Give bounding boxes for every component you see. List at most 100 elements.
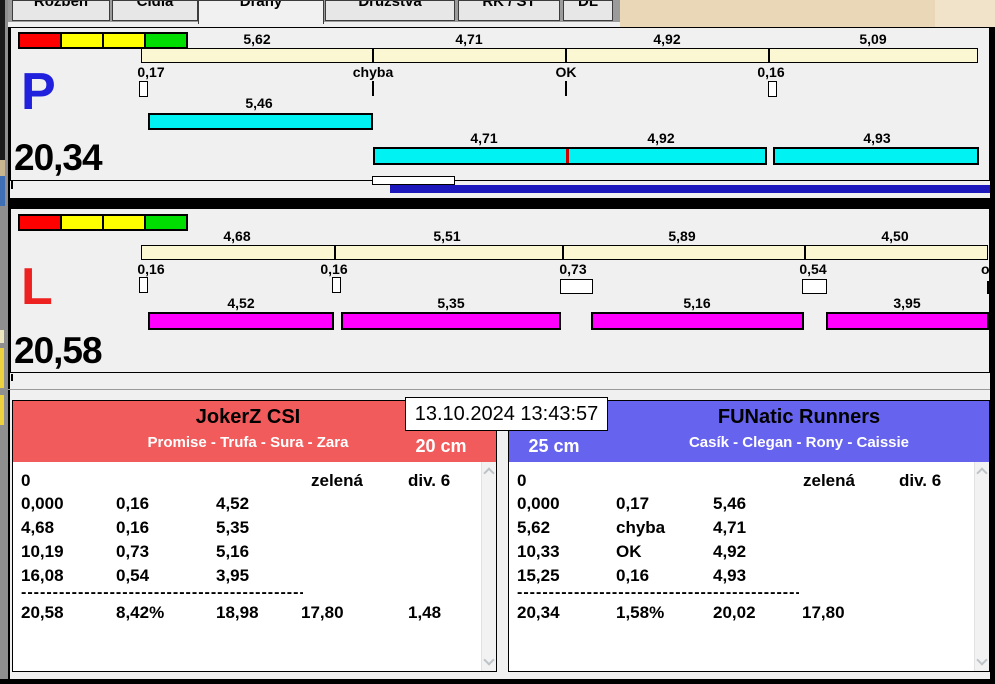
lane-p-panel: 5,62 4,71 4,92 5,09 0,17 chyba OK 0,16 P… bbox=[10, 27, 990, 181]
table-cell: 8,42% bbox=[116, 603, 165, 622]
table-cell: 0,16 bbox=[116, 494, 150, 513]
run-bar-fault-divider bbox=[566, 149, 569, 163]
lane-p-run-bar bbox=[373, 147, 767, 165]
team-right-header-text: FUNatic Runners Casík - Clegan - Rony - … bbox=[609, 401, 989, 462]
gate-marker-tick bbox=[565, 81, 567, 96]
team-right-height: 25 cm bbox=[528, 436, 580, 456]
lane-l-run-bar bbox=[341, 312, 561, 330]
lane-l-tick bbox=[11, 374, 13, 381]
light-red bbox=[18, 214, 62, 231]
background-fragment bbox=[0, 0, 5, 160]
leg-time-label: 4,93 bbox=[863, 130, 891, 146]
scroll-up-icon[interactable] bbox=[976, 467, 988, 479]
table-cell: 0,16 bbox=[116, 518, 150, 537]
scroll-down-icon[interactable] bbox=[483, 654, 495, 666]
lane-l-lights bbox=[18, 214, 188, 231]
scrollbar[interactable] bbox=[974, 462, 989, 671]
gate-label: 0,73 bbox=[559, 261, 587, 277]
leg-time-label: 4,52 bbox=[227, 295, 255, 311]
split-time-label: 4,50 bbox=[881, 228, 909, 244]
table-cell: 5,46 bbox=[713, 494, 747, 513]
split-divider bbox=[562, 246, 564, 259]
table-cell: 0 bbox=[21, 471, 31, 490]
lane-p-lights bbox=[18, 32, 188, 49]
table-cell: 18,98 bbox=[216, 603, 259, 622]
table-cell: 0,54 bbox=[116, 566, 150, 585]
table-cell: chyba bbox=[616, 518, 666, 537]
team-left-panel: JokerZ CSI Promise - Trufa - Sura - Zara… bbox=[12, 400, 497, 672]
background-fragment bbox=[0, 395, 4, 425]
team-right-name: FUNatic Runners bbox=[717, 406, 881, 428]
split-time-label: 4,68 bbox=[223, 228, 251, 244]
table-cell: 20,02 bbox=[713, 603, 756, 622]
tab-cidla[interactable]: Cidla bbox=[112, 0, 198, 21]
leg-time-label: 5,46 bbox=[245, 95, 273, 111]
tab-label: Družstva bbox=[358, 0, 422, 10]
gate-label: OK bbox=[555, 64, 577, 80]
table-cell: 0,17 bbox=[616, 494, 650, 513]
tab-label: DL bbox=[578, 0, 598, 10]
gate-marker-box bbox=[768, 81, 777, 97]
table-cell: 17,80 bbox=[802, 603, 845, 622]
table-divider: ----------------------------------------… bbox=[21, 588, 303, 600]
gate-marker-box-wide bbox=[802, 279, 827, 294]
gate-label-clipped: ok bbox=[981, 261, 994, 277]
gate-label: 0,16 bbox=[757, 64, 785, 80]
table-cell: 1,58% bbox=[616, 603, 665, 622]
tab-label: Cidla bbox=[136, 0, 174, 10]
table-cell: 5,35 bbox=[216, 518, 250, 537]
table-cell: 4,92 bbox=[713, 542, 747, 561]
team-left-height: 20 cm bbox=[415, 436, 467, 456]
table-cell: 0,16 bbox=[616, 566, 650, 585]
datetime-box: 13.10.2024 13:43:57 bbox=[405, 397, 608, 431]
tab-drahy[interactable]: Dráhy bbox=[198, 0, 324, 24]
background-window-strip bbox=[0, 0, 8, 679]
split-time-label: 5,51 bbox=[433, 228, 461, 244]
window-right-border bbox=[990, 27, 995, 679]
gate-marker-box bbox=[332, 277, 341, 293]
table-cell: 20,58 bbox=[21, 603, 64, 622]
light-yellow bbox=[102, 214, 146, 231]
split-divider bbox=[804, 246, 806, 259]
gate-label: 0,16 bbox=[137, 261, 165, 277]
team-right-panel: FUNatic Runners Casík - Clegan - Rony - … bbox=[508, 400, 990, 672]
gate-label: 0,17 bbox=[137, 64, 165, 80]
split-time-label: 5,89 bbox=[668, 228, 696, 244]
gate-marker-tick bbox=[372, 81, 374, 96]
tab-dl[interactable]: DL bbox=[563, 0, 613, 21]
tab-label: Dráhy bbox=[239, 0, 283, 10]
tab-rk-st[interactable]: RK / ST bbox=[458, 0, 560, 21]
background-fragment bbox=[0, 330, 4, 343]
split-divider bbox=[565, 49, 567, 62]
lane-l-letter: L bbox=[21, 258, 53, 316]
scrollbar[interactable] bbox=[481, 462, 496, 671]
leg-time-label: 3,95 bbox=[893, 295, 921, 311]
tab-label: Rozběh bbox=[33, 0, 89, 10]
leg-time-label: 5,35 bbox=[437, 295, 465, 311]
lane-l-run-bar bbox=[148, 312, 334, 330]
light-green bbox=[144, 32, 188, 49]
scroll-up-icon[interactable] bbox=[483, 467, 495, 479]
gate-marker-box bbox=[139, 81, 148, 97]
split-divider bbox=[768, 49, 770, 62]
team-left-table: 0 zelená div. 6 0,000 0,16 4,52 4,68 0,1… bbox=[13, 462, 496, 671]
table-divider: ----------------------------------------… bbox=[517, 588, 799, 600]
table-cell: 4,71 bbox=[713, 518, 747, 537]
light-yellow bbox=[60, 32, 104, 49]
gate-marker-tick bbox=[987, 281, 989, 294]
table-cell: div. 6 bbox=[408, 471, 451, 490]
light-green bbox=[144, 214, 188, 231]
scroll-down-icon[interactable] bbox=[976, 654, 988, 666]
lane-l-run-bar bbox=[826, 312, 989, 330]
gate-label: 0,54 bbox=[799, 261, 827, 277]
light-red bbox=[18, 32, 62, 49]
table-cell: 5,62 bbox=[517, 518, 551, 537]
lane-p-letter: P bbox=[21, 63, 56, 121]
tab-rozbeh[interactable]: Rozběh bbox=[12, 0, 110, 21]
gate-label: chyba bbox=[352, 64, 394, 80]
tab-druzstva[interactable]: Družstva bbox=[325, 0, 455, 21]
table-cell: 5,16 bbox=[216, 542, 250, 561]
table-cell: zelená bbox=[311, 471, 363, 490]
lane-l-total: 20,58 bbox=[14, 330, 103, 371]
table-cell: 20,34 bbox=[517, 603, 560, 622]
